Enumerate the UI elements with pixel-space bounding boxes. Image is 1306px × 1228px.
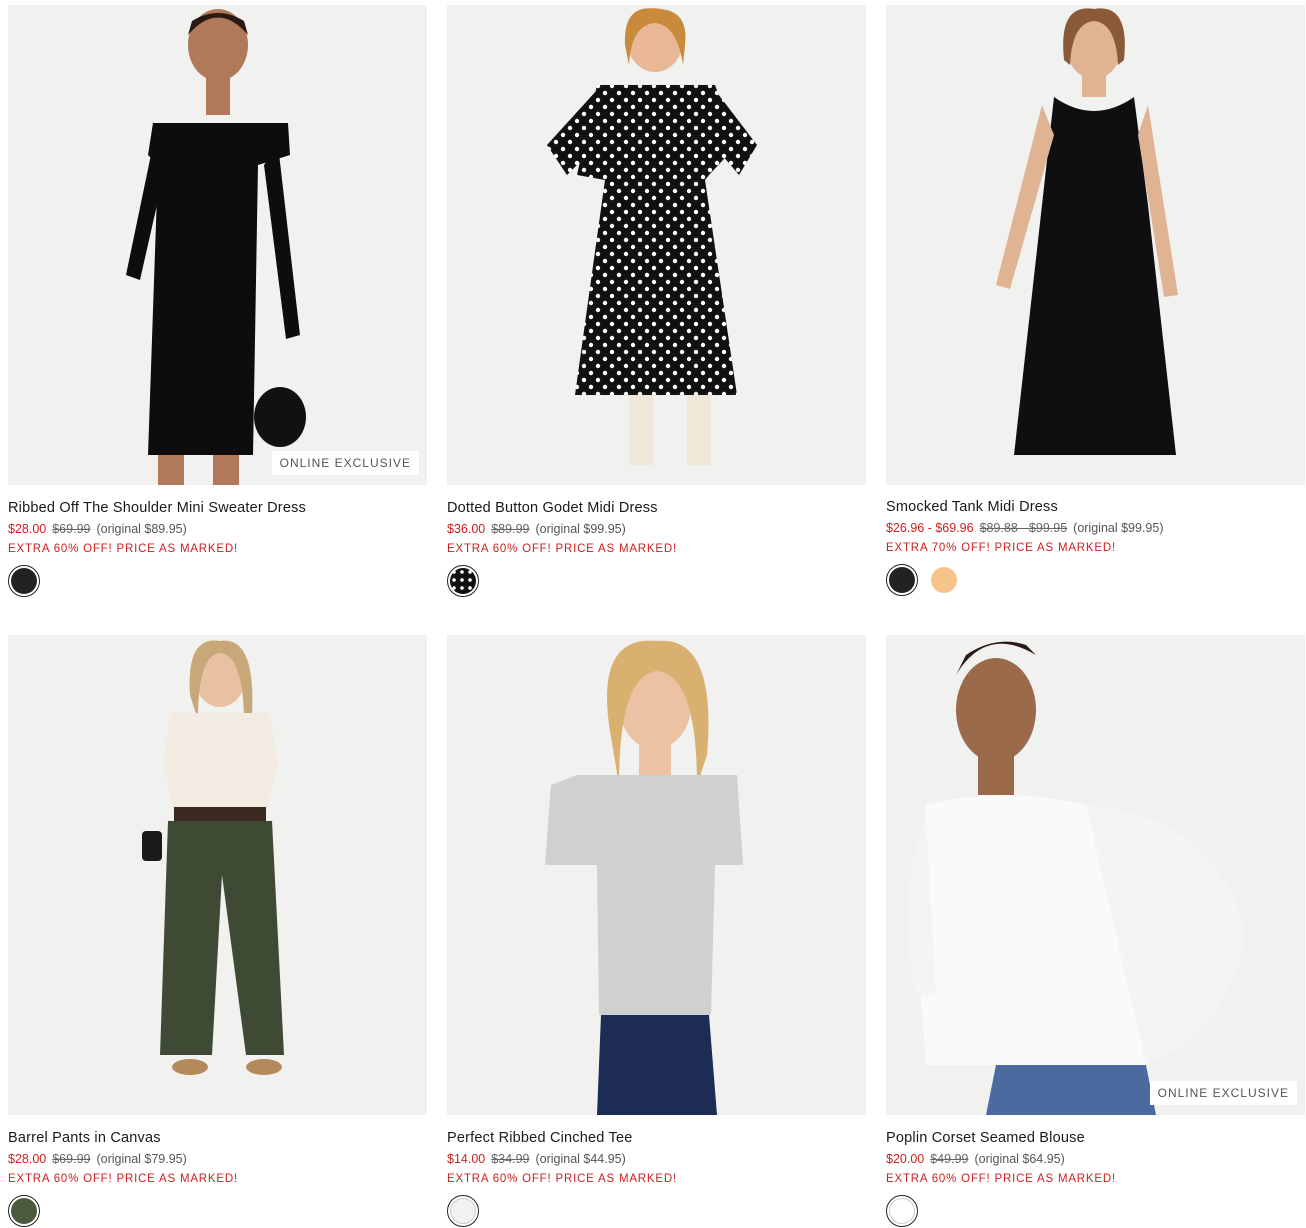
price-row: $28.00 $69.99 (original $89.95) [8, 521, 427, 537]
promo-text: EXTRA 60% OFF! PRICE AS MARKED! [447, 1173, 677, 1185]
price-row: $26.96 - $69.96 $89.88 - $99.95 (original … [886, 520, 1305, 536]
was-price: $34.99 [491, 1152, 530, 1166]
product-card[interactable]: Barrel Pants in Canvas $28.00 $69.99 (orig… [8, 635, 427, 1227]
color-swatches [886, 1195, 1305, 1227]
product-image[interactable] [886, 5, 1305, 485]
promo-text: EXTRA 60% OFF! PRICE AS MARKED! [8, 543, 238, 555]
product-name[interactable]: Ribbed Off The Shoulder Mini Sweater Dre… [8, 499, 427, 517]
sale-price: $20.00 [886, 1152, 925, 1166]
was-price: $69.99 [52, 1152, 91, 1166]
product-image[interactable] [447, 5, 866, 485]
color-swatch[interactable] [8, 565, 40, 597]
color-swatches [8, 565, 427, 597]
product-image[interactable] [8, 635, 427, 1115]
promo-text: EXTRA 60% OFF! PRICE AS MARKED! [447, 543, 677, 555]
product-card[interactable]: Dotted Button Godet Midi Dress $36.00 $89… [447, 5, 866, 597]
product-image[interactable]: ONLINE EXCLUSIVE [8, 5, 427, 485]
original-price: (original $99.95) [1073, 521, 1164, 535]
was-price: $69.99 [52, 522, 91, 536]
product-name[interactable]: Poplin Corset Seamed Blouse [886, 1129, 1305, 1147]
product-card[interactable]: ONLINE EXCLUSIVE Ribbed Off The Shoulder… [8, 5, 427, 597]
original-price: (original $44.95) [535, 1152, 626, 1166]
original-price: (original $79.95) [96, 1152, 187, 1166]
color-swatches [447, 565, 866, 597]
color-swatch[interactable] [886, 1195, 918, 1227]
color-swatch[interactable] [886, 564, 918, 596]
product-name[interactable]: Barrel Pants in Canvas [8, 1129, 427, 1147]
color-swatches [8, 1195, 427, 1227]
original-price: (original $99.95) [535, 522, 626, 536]
original-price: (original $64.95) [974, 1152, 1065, 1166]
price-row: $20.00 $49.99 (original $64.95) [886, 1151, 1305, 1167]
color-swatch[interactable] [447, 1195, 479, 1227]
price-row: $36.00 $89.99 (original $99.95) [447, 521, 866, 537]
product-image[interactable] [447, 635, 866, 1115]
sale-price: $28.00 [8, 1152, 47, 1166]
sale-price: $14.00 [447, 1152, 486, 1166]
was-price: $89.88 - $99.95 [979, 521, 1068, 535]
online-exclusive-badge: ONLINE EXCLUSIVE [1149, 1081, 1297, 1105]
original-price: (original $89.95) [96, 522, 187, 536]
product-image[interactable]: ONLINE EXCLUSIVE [886, 635, 1305, 1115]
product-grid: ONLINE EXCLUSIVE Ribbed Off The Shoulder… [0, 0, 1306, 1228]
online-exclusive-badge: ONLINE EXCLUSIVE [271, 451, 419, 475]
color-swatch[interactable] [447, 565, 479, 597]
promo-text: EXTRA 60% OFF! PRICE AS MARKED! [886, 1173, 1116, 1185]
price-row: $28.00 $69.99 (original $79.95) [8, 1151, 427, 1167]
was-price: $89.99 [491, 522, 530, 536]
was-price: $49.99 [930, 1152, 969, 1166]
product-card[interactable]: Perfect Ribbed Cinched Tee $14.00 $34.99 (… [447, 635, 866, 1227]
sale-price: $36.00 [447, 522, 486, 536]
promo-text: EXTRA 70% OFF! PRICE AS MARKED! [886, 542, 1116, 554]
product-card[interactable]: ONLINE EXCLUSIVE Poplin Corset Seamed Bl… [886, 635, 1305, 1227]
color-swatch[interactable] [928, 564, 960, 596]
price-row: $14.00 $34.99 (original $44.95) [447, 1151, 866, 1167]
product-name[interactable]: Dotted Button Godet Midi Dress [447, 499, 866, 517]
product-name[interactable]: Perfect Ribbed Cinched Tee [447, 1129, 866, 1147]
sale-price: $28.00 [8, 522, 47, 536]
product-name[interactable]: Smocked Tank Midi Dress [886, 498, 1305, 516]
sale-price: $26.96 - $69.96 [886, 521, 974, 535]
color-swatches [447, 1195, 866, 1227]
color-swatch[interactable] [8, 1195, 40, 1227]
promo-text: EXTRA 60% OFF! PRICE AS MARKED! [8, 1173, 238, 1185]
product-card[interactable]: Smocked Tank Midi Dress $26.96 - $69.96 $… [886, 5, 1305, 596]
color-swatches [886, 564, 1305, 596]
